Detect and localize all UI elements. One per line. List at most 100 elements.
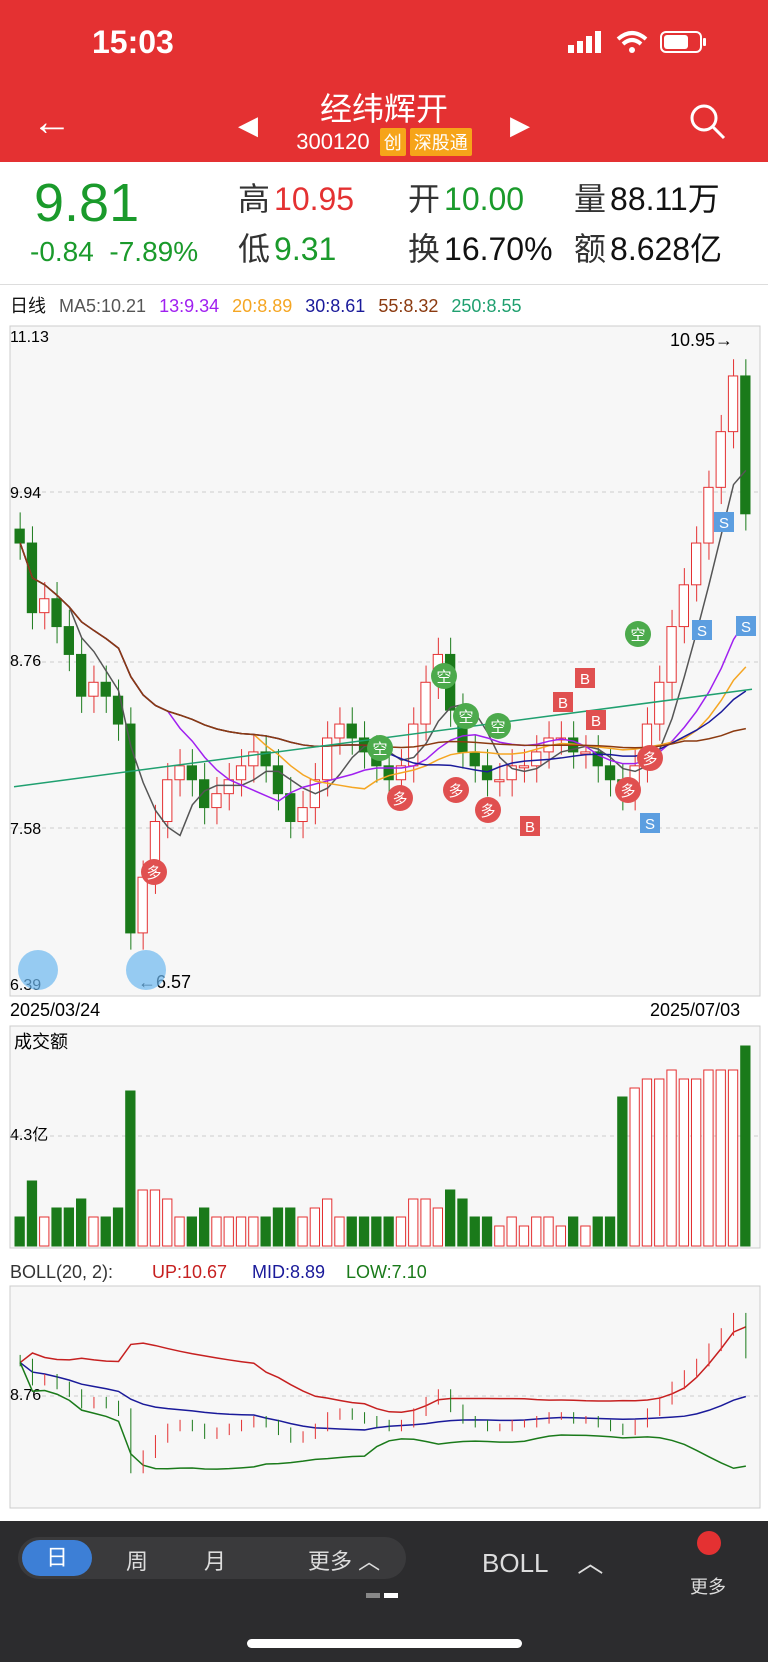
volume-bar bbox=[223, 1216, 234, 1247]
candle-body bbox=[334, 723, 345, 739]
volume-bar bbox=[629, 1087, 640, 1247]
volume-bar bbox=[199, 1207, 210, 1247]
volume-bar bbox=[494, 1225, 505, 1247]
volume-bar bbox=[666, 1069, 677, 1247]
volume-bar bbox=[162, 1198, 173, 1247]
tab-more-label: 更多 bbox=[308, 1549, 353, 1574]
volume-bar bbox=[740, 1045, 751, 1247]
volume-bar bbox=[592, 1216, 603, 1247]
candle-body bbox=[137, 876, 148, 934]
indicator-button[interactable]: BOLL ︿ bbox=[482, 1543, 603, 1580]
volume-bar bbox=[272, 1207, 284, 1247]
candle-body bbox=[76, 653, 87, 697]
volume-bar bbox=[322, 1198, 333, 1247]
candle-body bbox=[297, 807, 308, 823]
buy-signal-text: B bbox=[525, 819, 535, 836]
volume-bar bbox=[531, 1216, 542, 1247]
volume-bar bbox=[149, 1189, 161, 1247]
tab-more[interactable]: 更多 ︿ bbox=[308, 1544, 380, 1576]
candle-body bbox=[518, 765, 530, 769]
volume-bar bbox=[420, 1198, 431, 1247]
candle-body bbox=[494, 779, 505, 783]
candle-body bbox=[272, 765, 284, 795]
volume-bar bbox=[100, 1216, 111, 1247]
volume-bar bbox=[186, 1216, 197, 1247]
volume-bar bbox=[174, 1216, 185, 1247]
candle-body bbox=[162, 779, 173, 823]
volume-bar bbox=[88, 1216, 99, 1247]
sell-signal-text: S bbox=[719, 515, 729, 532]
candle-body bbox=[100, 681, 111, 697]
candle-body bbox=[174, 765, 185, 781]
chevron-up-icon: ︿ bbox=[577, 1548, 604, 1578]
kong-signal-text: 空 bbox=[490, 719, 505, 736]
volume-bar bbox=[137, 1189, 148, 1247]
volume-bar bbox=[211, 1216, 222, 1247]
more-button[interactable]: 更多 bbox=[690, 1573, 726, 1599]
candle-body bbox=[39, 598, 50, 614]
volume-bar bbox=[727, 1069, 739, 1247]
volume-bar bbox=[395, 1216, 407, 1247]
tab-week[interactable]: 周 bbox=[126, 1544, 148, 1576]
candle-body bbox=[63, 626, 74, 655]
boll-up: UP:10.67 bbox=[152, 1262, 227, 1282]
y-tick-label: 7.58 bbox=[10, 821, 41, 838]
volume-bar bbox=[555, 1225, 567, 1247]
page-indicator-active bbox=[384, 1593, 398, 1598]
volume-bar bbox=[346, 1216, 357, 1247]
candle-body bbox=[223, 779, 234, 795]
y-tick-label: 9.94 bbox=[10, 485, 41, 502]
candle-body bbox=[285, 793, 296, 823]
boll-y-label: 8.76 bbox=[10, 1387, 41, 1404]
candle-body bbox=[531, 751, 542, 767]
volume-bar bbox=[506, 1216, 517, 1247]
volume-bar bbox=[51, 1207, 62, 1247]
duo-signal-text: 多 bbox=[146, 865, 161, 882]
tab-month[interactable]: 月 bbox=[204, 1544, 226, 1576]
record-icon[interactable] bbox=[694, 1529, 724, 1569]
volume-bar bbox=[26, 1180, 38, 1247]
candle-body bbox=[211, 793, 222, 809]
fullscreen-icon[interactable] bbox=[126, 950, 166, 990]
kline-chart-area[interactable] bbox=[9, 325, 761, 997]
candle-body bbox=[481, 765, 493, 781]
candle-body bbox=[703, 486, 714, 544]
boll-low: LOW:7.10 bbox=[346, 1262, 427, 1282]
buy-signal-text: B bbox=[580, 671, 590, 688]
volume-bar bbox=[334, 1216, 345, 1247]
candle-body bbox=[186, 765, 197, 781]
candle-body bbox=[678, 584, 690, 628]
volume-bar bbox=[408, 1198, 419, 1247]
candle-body bbox=[727, 375, 739, 433]
volume-bar bbox=[580, 1225, 591, 1247]
volume-bar bbox=[297, 1216, 308, 1247]
volume-bar bbox=[39, 1216, 50, 1247]
volume-bar bbox=[260, 1216, 271, 1247]
volume-bar bbox=[678, 1078, 690, 1247]
sell-signal-text: S bbox=[697, 623, 707, 640]
volume-bar bbox=[14, 1216, 25, 1247]
boll-title: BOLL(20, 2): bbox=[10, 1262, 113, 1282]
volume-bar bbox=[285, 1207, 296, 1247]
candle-body bbox=[346, 723, 357, 739]
candle-body bbox=[740, 375, 751, 515]
candle-body bbox=[691, 542, 702, 586]
tab-day[interactable]: 日 bbox=[22, 1540, 92, 1576]
expand-icon[interactable] bbox=[18, 950, 58, 990]
duo-signal-text: 多 bbox=[620, 783, 635, 800]
kong-signal-text: 空 bbox=[458, 709, 473, 726]
boll-chart-area[interactable] bbox=[9, 1285, 761, 1509]
volume-bar bbox=[457, 1198, 468, 1247]
stock-charts[interactable]: 11.13 9.94 8.76 7.58 6.39 10.95→ ←6.57 2… bbox=[0, 0, 768, 1521]
volume-bar bbox=[112, 1207, 124, 1247]
page-indicator bbox=[366, 1593, 380, 1598]
end-date: 2025/07/03 bbox=[650, 1000, 740, 1020]
volume-bar bbox=[691, 1078, 702, 1247]
period-selector: 日 周 月 更多 ︿ bbox=[18, 1537, 406, 1579]
candle-body bbox=[715, 431, 726, 488]
volume-bar bbox=[432, 1207, 444, 1247]
home-indicator bbox=[247, 1639, 522, 1648]
duo-signal-text: 多 bbox=[448, 783, 463, 800]
candle-body bbox=[199, 779, 210, 809]
volume-bar bbox=[641, 1078, 653, 1247]
